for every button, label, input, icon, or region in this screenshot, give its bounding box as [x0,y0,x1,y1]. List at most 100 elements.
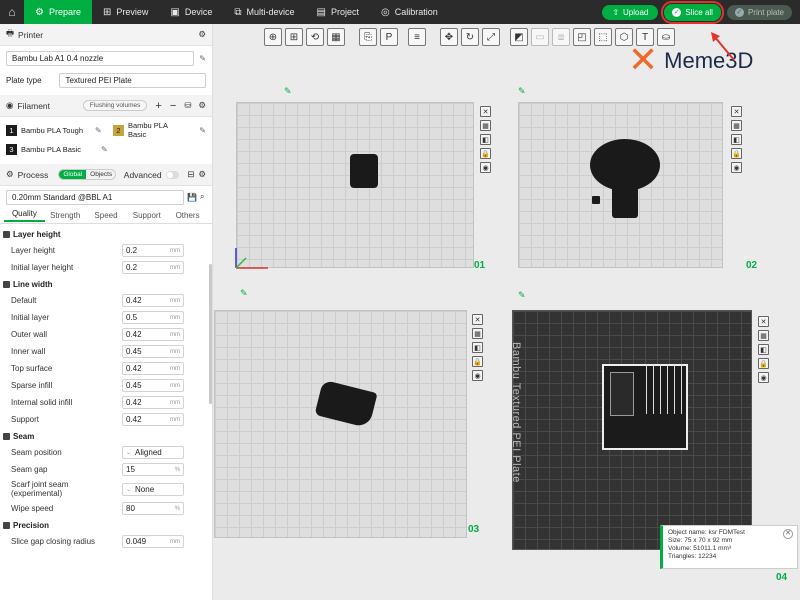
home-icon[interactable]: ⌂ [0,0,24,24]
tab-calibration[interactable]: ◎ Calibration [370,0,449,24]
save-icon[interactable]: 💾 [187,193,197,202]
edit-icon[interactable]: ✎ [95,126,102,135]
support-paint-icon[interactable]: ◰ [573,28,591,46]
settings-icon[interactable]: ◉ [472,370,483,381]
add-object-icon[interactable]: ⊕ [264,28,282,46]
edit-plate-name-icon[interactable]: ✎ [284,86,292,97]
close-icon[interactable]: ✕ [472,314,483,325]
orient-icon[interactable]: ◧ [472,342,483,353]
move-icon[interactable]: ✥ [440,28,458,46]
filament-slot-3[interactable]: 3 Bambu PLA Basic ✎ [6,143,108,155]
tab-others[interactable]: Others [167,211,208,220]
layers-icon[interactable]: ≡ [408,28,426,46]
tab-strength[interactable]: Strength [45,211,86,220]
top-surface-input[interactable]: 0.42 mm [122,362,184,375]
inner-wall-input[interactable]: 0.45 mm [122,345,184,358]
seam-position-select[interactable]: ⌄ Aligned [122,446,184,459]
arrange-icon[interactable]: ▦ [758,330,769,341]
lock-icon[interactable]: 🔒 [758,358,769,369]
copy-plate-icon[interactable]: ⎘ [359,28,377,46]
search-icon[interactable]: ⌕ [200,192,204,202]
edit-plate-name-icon[interactable]: ✎ [518,290,526,301]
tab-quality[interactable]: Quality [4,209,45,222]
plate-type-select[interactable]: Textured PEI Plate [59,72,206,88]
gear-icon[interactable]: ⚙ [198,169,206,180]
initial-layer-width-input[interactable]: 0.5 mm [122,311,184,324]
advanced-switch[interactable] [165,170,180,179]
rotate-icon[interactable]: ↻ [461,28,479,46]
orient-icon[interactable]: ◧ [758,344,769,355]
lock-icon[interactable]: 🔒 [731,148,742,159]
boolean-icon[interactable]: ⧈ [552,28,570,46]
plate-3[interactable] [214,310,467,538]
internal-solid-infill-input[interactable]: 0.42 mm [122,396,184,409]
tab-preview[interactable]: ⊞ Preview [92,0,159,24]
edit-plate-name-icon[interactable]: ✎ [518,86,526,97]
edit-icon[interactable]: ✎ [199,54,206,63]
lock-icon[interactable]: 🔒 [480,148,491,159]
settings-icon[interactable]: ◉ [758,372,769,383]
arrange-icon[interactable]: ▦ [472,328,483,339]
global-objects-toggle[interactable]: Global Objects [58,169,116,180]
sparse-infill-input[interactable]: 0.45 mm [122,379,184,392]
flushing-volumes-button[interactable]: Flushing volumes [82,100,148,111]
cut-icon[interactable]: ▭ [531,28,549,46]
grid-icon[interactable]: ⊞ [285,28,303,46]
process-preset-select[interactable]: 0.20mm Standard @BBL A1 [6,189,184,205]
tab-speed[interactable]: Speed [86,211,127,220]
model-object[interactable] [610,372,634,416]
lay-on-face-icon[interactable]: ◩ [510,28,528,46]
color-paint-icon[interactable]: ⛀ [657,28,675,46]
close-icon[interactable]: ✕ [731,106,742,117]
plate-icon[interactable]: P [380,28,398,46]
edit-icon[interactable]: ✎ [101,145,108,154]
tab-prepare[interactable]: ⚙ Prepare [24,0,92,24]
model-object[interactable] [646,364,684,414]
orient-icon[interactable]: ◧ [731,134,742,145]
scarf-joint-select[interactable]: ⌄ None [122,482,184,496]
wipe-speed-input[interactable]: 80% [122,502,184,515]
seam-gap-input[interactable]: 15% [122,463,184,476]
tab-support[interactable]: Support [126,211,167,220]
settings-icon[interactable]: ◉ [480,162,491,173]
sync-icon[interactable]: ⛁ [184,100,191,111]
layer-height-input[interactable]: 0.2 mm [122,244,184,257]
remove-filament-icon[interactable]: − [170,100,176,112]
add-filament-icon[interactable]: + [155,100,161,112]
outer-wall-input[interactable]: 0.42 mm [122,328,184,341]
model-object[interactable] [612,184,638,218]
default-width-input[interactable]: 0.42 mm [122,294,184,307]
close-icon[interactable]: ✕ [783,529,793,539]
gear-icon[interactable]: ⚙ [198,100,206,111]
tab-device[interactable]: ▣ Device [159,0,223,24]
model-object[interactable] [350,154,378,188]
slice-all-button[interactable]: ✓ Slice all [661,0,724,24]
settings-icon[interactable]: ◉ [731,162,742,173]
close-icon[interactable]: ✕ [758,316,769,327]
upload-button[interactable]: ⇧ Upload [602,4,659,20]
auto-orient-icon[interactable]: ⟲ [306,28,324,46]
support-width-input[interactable]: 0.42 mm [122,413,184,426]
tab-project[interactable]: ▤ Project [306,0,370,24]
edit-plate-name-icon[interactable]: ✎ [240,288,248,299]
arrange-icon[interactable]: ▦ [731,120,742,131]
compare-icon[interactable]: ⊟ [187,169,194,180]
arrange-icon[interactable]: ▦ [327,28,345,46]
seam-paint-icon[interactable]: ⬚ [594,28,612,46]
initial-layer-height-input[interactable]: 0.2 mm [122,261,184,274]
lock-icon[interactable]: 🔒 [472,356,483,367]
edit-icon[interactable]: ✎ [199,126,206,135]
arrange-icon[interactable]: ▦ [480,120,491,131]
filament-slot-2[interactable]: 2 Bambu PLA Basic ✎ [113,121,206,139]
tab-multi-device[interactable]: ⧉ Multi-device [223,0,305,24]
printer-select[interactable]: Bambu Lab A1 0.4 nozzle [6,50,195,66]
gear-icon[interactable]: ⚙ [198,29,206,40]
print-plate-button[interactable]: ✓ Print plate [726,4,792,20]
model-object[interactable] [592,196,600,204]
scale-icon[interactable]: ⤢ [482,28,500,46]
close-icon[interactable]: ✕ [480,106,491,117]
scrollbar[interactable] [209,264,212,404]
filament-slot-1[interactable]: 1 Bambu PLA Tough ✎ [6,124,113,136]
orient-icon[interactable]: ◧ [480,134,491,145]
3d-viewport[interactable]: ⊕ ⊞ ⟲ ▦ ⎘ P ≡ ✥ ↻ ⤢ ◩ ▭ ⧈ ◰ ⬚ ⬡ T ⛀ ✕ Me… [214,24,800,600]
